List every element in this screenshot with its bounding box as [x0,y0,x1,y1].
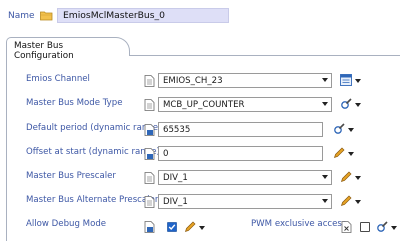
tab-master-bus-configuration[interactable]: Master Bus Configuration [6,37,130,61]
chevron-down-icon [322,199,328,203]
offset-at-start-input[interactable]: 0 [158,146,323,161]
wrench-gear-icon[interactable] [340,98,352,110]
master-bus-mode-type-select[interactable]: MCB_UP_COUNTER [158,97,332,112]
offset-at-start-label: Offset at start (dynamic range) [26,147,160,157]
document-icon [144,196,155,208]
master-bus-alternate-prescaler-label: Master Bus Alternate Prescaler [26,195,159,205]
chevron-down-icon[interactable] [355,103,361,107]
master-bus-alternate-prescaler-select[interactable]: DIV_1 [158,194,332,209]
checkmark-icon [168,224,176,231]
master-bus-prescaler-select[interactable]: DIV_1 [158,170,332,185]
emios-channel-label: Emios Channel [26,74,90,84]
document-edit-icon [144,124,155,136]
pencil-icon[interactable] [333,147,345,159]
default-period-label: Default period (dynamic range) [26,123,162,133]
pencil-icon[interactable] [340,171,352,183]
master-bus-mode-type-value: MCB_UP_COUNTER [163,100,245,110]
chevron-down-icon[interactable] [391,226,397,230]
pencil-icon[interactable] [184,221,196,233]
chevron-down-icon[interactable] [355,200,361,204]
document-edit-icon [144,221,155,233]
wrench-gear-icon[interactable] [333,123,345,135]
master-bus-alternate-prescaler-value: DIV_1 [163,197,188,207]
document-x-icon [341,221,352,233]
master-bus-mode-type-label: Master Bus Mode Type [26,98,123,108]
document-edit-icon [144,148,155,160]
master-bus-prescaler-label: Master Bus Prescaler [26,171,116,181]
pencil-icon[interactable] [340,195,352,207]
folder-icon [40,11,53,21]
default-period-input[interactable]: 65535 [158,122,323,137]
emios-channel-value: EMIOS_CH_23 [163,76,223,86]
chevron-down-icon [322,175,328,179]
allow-debug-mode-label: Allow Debug Mode [26,219,107,229]
name-label: Name [8,11,35,21]
table-reference-icon[interactable] [340,74,352,86]
chevron-down-icon [322,102,328,106]
emios-channel-select[interactable]: EMIOS_CH_23 [158,73,332,88]
document-icon [144,99,155,111]
chevron-down-icon[interactable] [355,79,361,83]
wrench-gear-icon[interactable] [376,221,388,233]
chevron-down-icon[interactable] [199,226,205,230]
chevron-down-icon[interactable] [355,176,361,180]
allow-debug-mode-checkbox[interactable] [167,222,177,232]
chevron-down-icon[interactable] [348,152,354,156]
document-icon [144,75,155,87]
chevron-down-icon [322,78,328,82]
master-bus-prescaler-value: DIV_1 [163,173,188,183]
pwm-exclusive-access-checkbox[interactable] [360,222,370,232]
pwm-exclusive-access-label: PWM exclusive access [251,219,347,229]
document-icon [144,172,155,184]
name-field[interactable]: EmiosMclMasterBus_0 [57,8,229,23]
chevron-down-icon[interactable] [348,128,354,132]
